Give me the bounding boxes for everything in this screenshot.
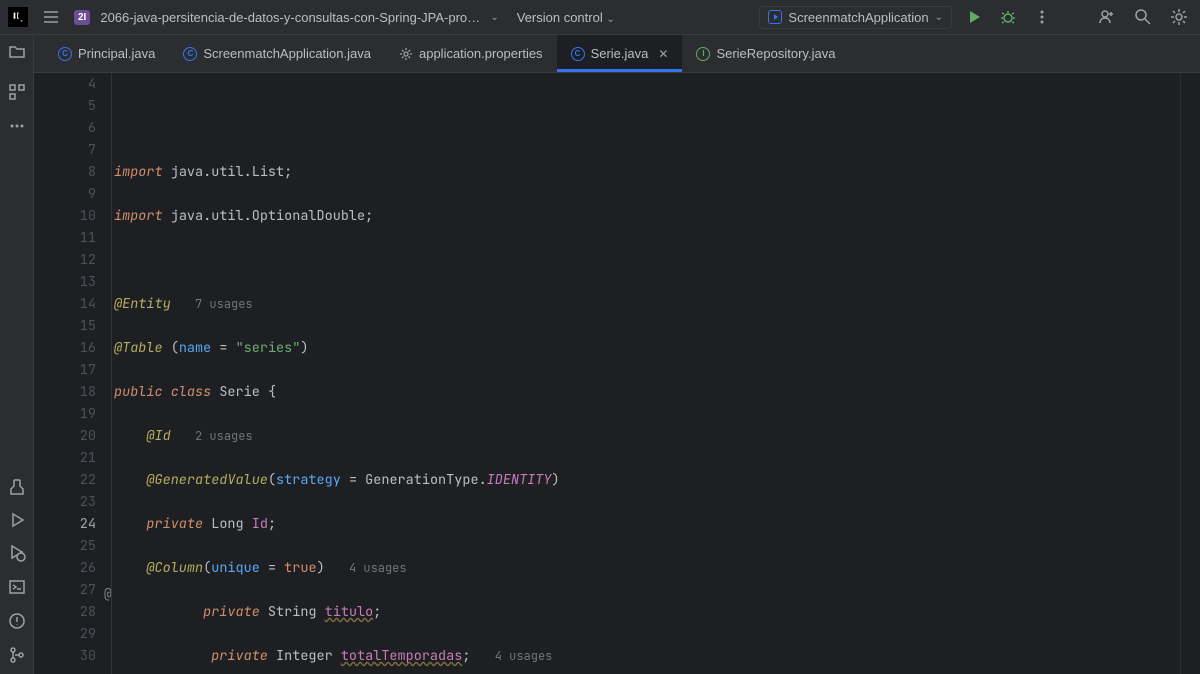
titlebar: 2I 2066-java-persitencia-de-datos-y-cons… [0,0,1200,35]
left-tool-rail [0,35,34,674]
run-config-icon [768,10,782,24]
gutter[interactable]: 4567891011121314151617181920212223242526… [34,73,112,674]
more-tool-icon[interactable] [8,117,26,135]
run-config-label: ScreenmatchApplication [788,10,928,25]
structure-tool-icon[interactable] [8,83,26,101]
run-button[interactable] [962,5,986,29]
services-tool-icon[interactable] [8,544,26,562]
marker-rail[interactable] [1180,73,1200,674]
vcs-tool-icon[interactable] [8,646,26,664]
class-icon: C [58,47,72,61]
search-icon[interactable] [1130,4,1156,30]
terminal-tool-icon[interactable] [8,578,26,596]
version-control-menu[interactable]: Version control ⌄ [517,10,615,25]
run-tool-icon[interactable] [9,512,25,528]
settings-icon[interactable] [1166,4,1192,30]
code-content[interactable]: import java.util.List; import java.util.… [112,73,1180,674]
project-badge: 2I [74,10,90,25]
project-tool-icon[interactable] [8,43,26,61]
collab-icon[interactable] [1094,4,1120,30]
main-area: CPrincipal.java CScreenmatchApplication.… [0,35,1200,674]
tab-app-properties[interactable]: application.properties [385,35,557,72]
chevron-down-icon[interactable]: ⌄ [490,12,498,23]
class-icon: C [571,47,585,61]
build-tool-icon[interactable] [8,478,26,496]
code-editor[interactable]: 4567891011121314151617181920212223242526… [34,73,1200,674]
editor-tabs: CPrincipal.java CScreenmatchApplication.… [34,35,1200,73]
chevron-down-icon: ⌄ [935,12,943,23]
editor-area: CPrincipal.java CScreenmatchApplication.… [34,35,1200,674]
hamburger-icon[interactable] [38,4,64,30]
problems-tool-icon[interactable] [8,612,26,630]
more-icon[interactable] [1030,5,1054,29]
tab-screenmatch-app[interactable]: CScreenmatchApplication.java [169,35,385,72]
class-icon: C [183,47,197,61]
tab-principal[interactable]: CPrincipal.java [44,35,169,72]
debug-button[interactable] [996,5,1020,29]
run-config-selector[interactable]: ScreenmatchApplication ⌄ [759,6,952,29]
project-name[interactable]: 2066-java-persitencia-de-datos-y-consult… [100,10,480,25]
interface-icon: I [696,47,710,61]
gear-icon [399,47,413,61]
tab-serie[interactable]: CSerie.java✕ [557,35,683,72]
close-icon[interactable]: ✕ [658,47,668,61]
ide-logo[interactable] [8,7,28,27]
tab-serie-repo[interactable]: ISerieRepository.java [682,35,849,72]
